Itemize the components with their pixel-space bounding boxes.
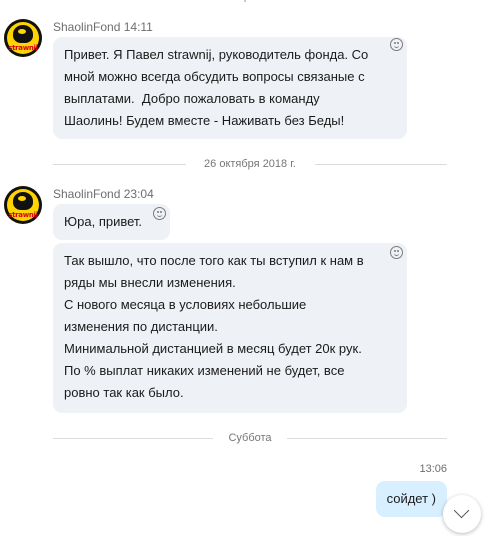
dragon-logo-icon [13,25,33,43]
message-bubble[interactable]: Привет. Я Павел strawnij, руководитель ф… [53,37,407,139]
chevron-down-icon [453,502,470,519]
message-line: По % выплат никаких изменений не будет, … [64,363,345,378]
top-divider-tick [244,0,246,2]
message-bubble[interactable]: Юра, привет. [53,204,170,240]
avatar-logo-text: strawnij [8,44,38,52]
message-line: Минимальной дистанцией в месяц будет 20к… [64,341,362,356]
outgoing-message-bubble[interactable]: сойдет ) [375,481,447,517]
day-divider-label: Суббота [220,432,280,444]
dragon-logo-icon [13,192,33,210]
message-line: Привет. Я Павел strawnij, руководитель ф… [64,47,369,62]
message-line: выплатами. Добро пожаловать в команду [64,91,320,106]
avatar[interactable]: strawnij [4,19,42,57]
logo-eye [18,29,26,34]
date-divider-label: 26 октября 2018 г. [196,158,304,170]
smiley-icon[interactable] [153,207,166,220]
message-line: изменения по дистанции. [64,319,218,334]
message-line: ряды мы внесли изменения. [64,275,236,290]
smiley-icon[interactable] [390,38,403,51]
logo-eye [18,196,26,201]
avatar[interactable]: strawnij [4,186,42,224]
message-line: мной можно всегда обсудить вопросы связа… [64,69,365,84]
message-line: ровно так как было. [64,385,184,400]
message-bubble[interactable]: Так вышло, что после того как ты вступил… [53,243,407,413]
scroll-to-bottom-button[interactable] [443,495,481,533]
avatar-logo-text: strawnij [8,211,38,219]
outgoing-time: 13:06 [419,463,447,475]
sender-name-time: ShaolinFond 23:04 [53,187,154,201]
message-line: Шаолинь! Будем вместе - Наживать без Бед… [64,113,345,128]
message-line: Так вышло, что после того как ты вступил… [64,253,364,268]
message-line: Юра, привет. [64,214,143,229]
sender-name-time: ShaolinFond 14:11 [53,20,153,34]
message-line: С нового месяца в условиях небольшие [64,297,307,312]
date-divider: 26 октября 2018 г. [53,157,447,171]
day-divider: Суббота [53,431,447,445]
smiley-icon[interactable] [390,246,403,259]
